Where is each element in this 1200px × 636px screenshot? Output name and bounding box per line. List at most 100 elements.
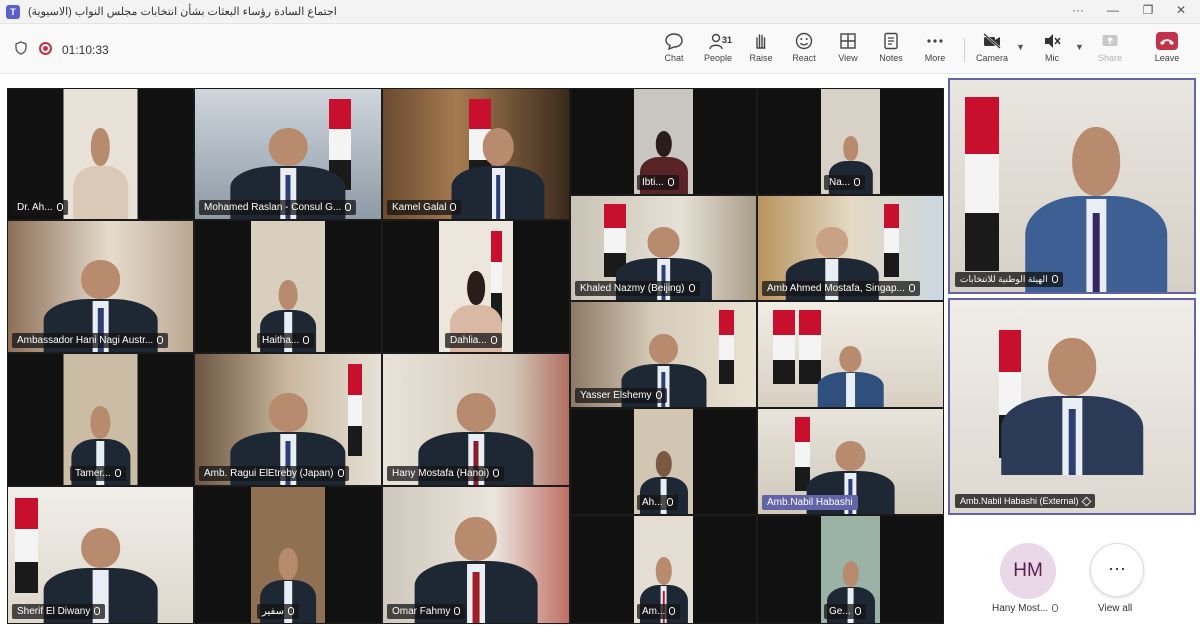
video-tile[interactable]: Ah... bbox=[570, 408, 757, 515]
view-label: View bbox=[838, 53, 858, 63]
share-button[interactable]: Share bbox=[1088, 32, 1132, 68]
video-tile[interactable]: Ibti... bbox=[570, 88, 757, 195]
pin-icon[interactable] bbox=[1081, 496, 1091, 507]
video-tile[interactable]: Na... bbox=[757, 88, 944, 195]
participant-figure bbox=[72, 128, 129, 219]
smile-icon bbox=[795, 32, 813, 50]
participant-figure bbox=[817, 346, 884, 407]
view-all-button[interactable]: ··· bbox=[1090, 543, 1144, 597]
participant-name: Ge... bbox=[829, 606, 851, 617]
mic-icon bbox=[854, 607, 861, 615]
video-tile[interactable]: Omar Fahmy bbox=[382, 486, 570, 624]
video-tile[interactable]: Tamer... bbox=[7, 353, 194, 486]
participant-name-tag: Am... bbox=[637, 604, 681, 619]
participant-name-tag: Dr. Ah... bbox=[12, 200, 68, 215]
chat-button[interactable]: Chat bbox=[652, 32, 696, 68]
participant-name-tag: Tamer... bbox=[70, 466, 126, 481]
participant-name-tag: Amb Ahmed Mostafa, Singap... bbox=[762, 281, 920, 296]
raise-hand-button[interactable]: Raise bbox=[739, 32, 783, 68]
more-button[interactable]: More bbox=[913, 32, 957, 68]
share-screen-icon bbox=[1102, 35, 1118, 46]
camera-options-chevron-icon[interactable]: ▼ bbox=[1016, 42, 1025, 52]
participant-name-tag: Hany Mostafa (Hanoi) bbox=[387, 466, 505, 481]
participant-name-tag: Mohamed Raslan - Consul G... bbox=[199, 200, 357, 215]
participant-name: Yasser Elshemy bbox=[580, 390, 652, 401]
spotlight-panel: الهيئة الوطنية للانتخابات Amb.Nabil Haba… bbox=[948, 78, 1196, 628]
video-tile[interactable]: Dahlia... bbox=[382, 220, 570, 353]
participant-name: Ibti... bbox=[642, 177, 664, 188]
participant-name-tag: Haitha... bbox=[257, 333, 315, 348]
spotlight-video-tile[interactable]: الهيئة الوطنية للانتخابات bbox=[948, 78, 1196, 294]
people-button[interactable]: 31 People bbox=[696, 32, 740, 68]
chat-icon bbox=[665, 33, 683, 50]
participant-name-tag: Amb.Nabil Habashi bbox=[762, 495, 858, 510]
video-tile[interactable]: Mohamed Raslan - Consul G... bbox=[194, 88, 382, 220]
mic-icon bbox=[303, 336, 310, 344]
notes-button[interactable]: Notes bbox=[869, 32, 913, 68]
participant-name: Na... bbox=[829, 177, 851, 188]
participant-name-tag: Na... bbox=[824, 175, 866, 190]
participant-name-tag: سفير bbox=[257, 604, 299, 619]
video-tile[interactable]: Hany Mostafa (Hanoi) bbox=[382, 353, 570, 486]
participant-name: Sherif El Diwany bbox=[17, 606, 91, 617]
video-tile[interactable]: Amb Ahmed Mostafa, Singap... bbox=[757, 195, 944, 301]
react-button[interactable]: React bbox=[782, 32, 826, 68]
participant-name-tag: Dahlia... bbox=[445, 333, 502, 348]
participant-name: Amb.Nabil Habashi (External) bbox=[960, 496, 1079, 506]
view-all-label[interactable]: View all bbox=[1098, 603, 1132, 614]
mic-icon bbox=[450, 203, 457, 211]
video-tile[interactable]: Ambassador Hani Nagi Austr... bbox=[7, 220, 194, 353]
mic-off-icon bbox=[1045, 34, 1061, 48]
video-tile[interactable]: Ge... bbox=[757, 515, 944, 624]
pinned-video-tile[interactable]: Amb.Nabil Habashi (External) bbox=[948, 298, 1196, 515]
view-button[interactable]: View bbox=[826, 32, 870, 68]
video-tile[interactable]: Dr. Ah... bbox=[7, 88, 194, 220]
egypt-flag bbox=[719, 310, 734, 384]
leave-button[interactable]: Leave bbox=[1145, 32, 1189, 68]
participant-name: Ambassador Hani Nagi Austr... bbox=[17, 335, 154, 346]
notes-label: Notes bbox=[879, 53, 903, 63]
egypt-flag bbox=[347, 364, 363, 457]
close-button[interactable]: ✕ bbox=[1166, 3, 1196, 17]
camera-button[interactable]: Camera bbox=[970, 32, 1014, 68]
participant-name: Dahlia... bbox=[450, 335, 487, 346]
more-options-icon[interactable]: ··· bbox=[1063, 3, 1093, 17]
video-tile[interactable] bbox=[757, 301, 944, 408]
shield-icon bbox=[15, 41, 27, 55]
video-tile[interactable]: Amb.Nabil Habashi bbox=[757, 408, 944, 515]
restore-button[interactable]: ❐ bbox=[1133, 3, 1163, 17]
participant-name: Tamer... bbox=[75, 468, 111, 479]
participant-name: Hany Mostafa (Hanoi) bbox=[392, 468, 490, 479]
mic-icon bbox=[454, 607, 461, 615]
mic-icon bbox=[157, 336, 164, 344]
participant-name-tag: Ge... bbox=[824, 604, 866, 619]
share-label: Share bbox=[1097, 53, 1123, 63]
video-tile[interactable]: Sherif El Diwany bbox=[7, 486, 194, 624]
participant-name-tag: Amb. Ragui ElEtreby (Japan) bbox=[199, 466, 349, 481]
avatar[interactable]: HM bbox=[1000, 543, 1056, 599]
video-tile[interactable]: Kamel Galal bbox=[382, 88, 570, 220]
participant-name-tag bbox=[762, 399, 772, 403]
title-bar: T اجتماع السادة رؤساء البعثات بشأن انتخا… bbox=[0, 0, 1200, 24]
video-tile[interactable]: Am... bbox=[570, 515, 757, 624]
mic-icon bbox=[908, 284, 915, 292]
toolbar-divider bbox=[964, 38, 965, 62]
participant-name: Amb Ahmed Mostafa, Singap... bbox=[767, 283, 905, 294]
participant-name-tag: Yasser Elshemy bbox=[575, 388, 667, 403]
video-tile[interactable]: Khaled Nazmy (Beijing) bbox=[570, 195, 757, 301]
minimize-button[interactable]: — bbox=[1098, 3, 1128, 17]
mic-options-chevron-icon[interactable]: ▼ bbox=[1075, 42, 1084, 52]
mic-button[interactable]: Mic bbox=[1030, 32, 1074, 68]
leave-label: Leave bbox=[1154, 53, 1180, 63]
video-tile[interactable]: سفير bbox=[194, 486, 382, 624]
meeting-timer: 01:10:33 bbox=[62, 43, 109, 57]
participant-name: Ah... bbox=[642, 497, 663, 508]
participant-name-tag: الهيئة الوطنية للانتخابات bbox=[955, 272, 1063, 287]
camera-label: Camera bbox=[975, 53, 1008, 63]
video-tile[interactable]: Amb. Ragui ElEtreby (Japan) bbox=[194, 353, 382, 486]
video-tile[interactable]: Yasser Elshemy bbox=[570, 301, 757, 408]
participant-name: Omar Fahmy bbox=[392, 606, 451, 617]
mic-icon bbox=[337, 469, 344, 477]
video-tile[interactable]: Haitha... bbox=[194, 220, 382, 353]
participant-figure bbox=[1001, 338, 1143, 475]
